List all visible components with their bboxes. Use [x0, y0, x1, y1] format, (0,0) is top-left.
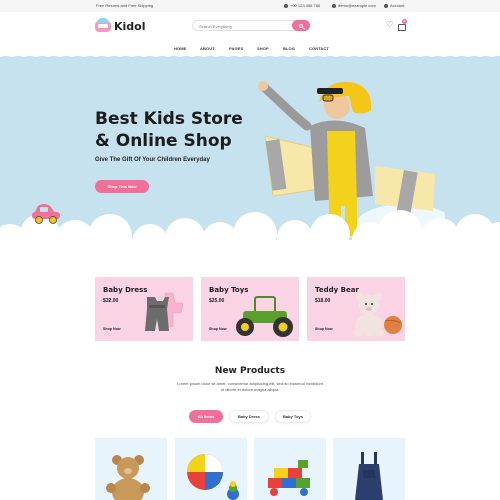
search-icon: [299, 23, 303, 28]
nav-item-pages[interactable]: PAGES: [229, 46, 243, 51]
overalls-product-image: [355, 452, 383, 500]
hero-subtitle: Give The Gift Of Your Children Everyday: [95, 157, 210, 163]
nav-item-contact[interactable]: CONTACT: [309, 46, 329, 51]
section-title: New Products: [214, 366, 286, 376]
category-price: $32.00: [103, 298, 119, 304]
hero-banner: Best Kids Store & Online Shop Give The G…: [0, 56, 500, 246]
logo[interactable]: Kidol: [95, 17, 146, 34]
tab-all-items[interactable]: All Items: [189, 410, 223, 423]
ball-product-image: [187, 454, 239, 500]
logo-icon: [95, 17, 111, 32]
nav-item-home[interactable]: HOME: [174, 46, 186, 51]
tab-baby-toys[interactable]: Baby Toys: [275, 410, 311, 423]
phone-link[interactable]: +00 123 456 789: [284, 3, 320, 8]
user-icon: [384, 3, 388, 8]
category-card-baby-dress[interactable]: Baby Dress $32.00 Shop Now: [95, 277, 193, 341]
heart-icon[interactable]: [386, 20, 394, 30]
logo-text: Kidol: [114, 19, 146, 33]
scallop-edge: [0, 56, 496, 57]
top-bar: Free Returns and Free Shipping +00 123 4…: [0, 0, 500, 12]
hero-title-line-2: & Online Shop: [95, 131, 232, 151]
nav-item-shop[interactable]: SHOP: [257, 46, 269, 51]
product-card-teddy[interactable]: [95, 438, 167, 500]
teddy-bear-image: [354, 293, 402, 337]
category-card-baby-toys[interactable]: Baby Toys $25.00 Shop Now: [201, 277, 299, 341]
nav-item-blog[interactable]: BLOG: [283, 46, 295, 51]
section-description: Lorem ipsum dolor sit amet, consectetur …: [177, 381, 323, 392]
email-text: demo@example.com: [338, 3, 376, 8]
product-card-ball[interactable]: [175, 438, 247, 500]
toy-tractor-image: [236, 296, 293, 337]
phone-text: +00 123 456 789: [290, 3, 321, 8]
category-shop-link[interactable]: Shop Now: [103, 327, 121, 331]
shop-now-button[interactable]: Shop This Now: [95, 180, 149, 193]
product-card-blocks[interactable]: [254, 438, 326, 500]
mail-icon: [332, 3, 336, 8]
account-link[interactable]: Account: [384, 3, 404, 8]
baby-dress-image: [145, 292, 184, 331]
category-price: $25.00: [209, 298, 225, 304]
account-text: Account: [390, 3, 405, 8]
toy-car-icon: [32, 204, 60, 224]
main-nav: HOME ABOUT PAGES SHOP BLOG CONTACT: [0, 40, 500, 56]
category-shop-link[interactable]: Shop Now: [209, 327, 227, 331]
site-header: Kidol 0: [0, 12, 500, 40]
nav-item-about[interactable]: ABOUT: [200, 46, 215, 51]
search-input[interactable]: [199, 23, 289, 29]
category-shop-link[interactable]: Shop Now: [315, 327, 333, 331]
category-card-teddy-bear[interactable]: Teddy Bear $18.00 Shop Now: [307, 277, 405, 341]
category-name: Baby Dress: [103, 286, 148, 294]
search-button[interactable]: [292, 20, 310, 31]
clouds-decoration: [0, 210, 500, 246]
hero-title-line-1: Best Kids Store: [95, 109, 243, 129]
blocks-product-image: [268, 460, 310, 496]
search-box: [192, 20, 310, 31]
shipping-notice: Free Returns and Free Shipping: [96, 3, 154, 8]
teddy-product-image: [106, 455, 150, 500]
tab-baby-dress[interactable]: Baby Dress: [229, 410, 269, 423]
phone-icon: [284, 3, 288, 8]
product-card-overalls[interactable]: [333, 438, 405, 500]
email-link[interactable]: demo@example.com: [332, 3, 376, 8]
hero-title: Best Kids Store & Online Shop: [95, 108, 255, 152]
category-price: $18.00: [315, 298, 331, 304]
cart-count-badge: 0: [402, 19, 407, 24]
